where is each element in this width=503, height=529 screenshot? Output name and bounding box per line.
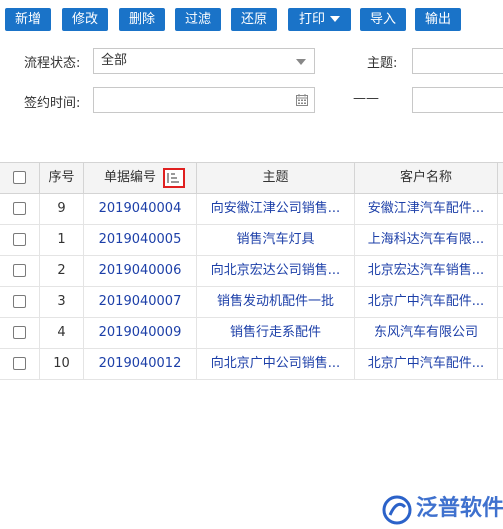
table-row[interactable]: 1 2019040005 销售汽车灯具 上海科达汽车有限...	[0, 225, 503, 256]
row-check-cell	[0, 287, 40, 317]
add-button[interactable]: 新增	[5, 8, 51, 31]
date-range-separator: ——	[353, 91, 379, 106]
row-topic-link[interactable]: 销售行走系配件	[197, 318, 355, 348]
date-label: 签约时间:	[24, 96, 81, 111]
row-customer-link[interactable]: 北京宏达汽车销售...	[355, 256, 498, 286]
select-all-cell	[0, 163, 40, 193]
header-seq[interactable]: 序号	[40, 163, 84, 193]
header-extra	[498, 163, 503, 193]
row-customer-link[interactable]: 东风汽车有限公司	[355, 318, 498, 348]
filter-button[interactable]: 过滤	[175, 8, 221, 31]
row-number-link[interactable]: 2019040012	[84, 349, 197, 379]
row-check-cell	[0, 349, 40, 379]
row-extra	[498, 318, 503, 348]
table-row[interactable]: 4 2019040009 销售行走系配件 东风汽车有限公司	[0, 318, 503, 349]
row-customer-link[interactable]: 北京广中汽车配件...	[355, 287, 498, 317]
row-checkbox[interactable]	[13, 264, 26, 277]
topic-label: 主题:	[367, 56, 398, 71]
export-button[interactable]: 输出	[415, 8, 461, 31]
row-seq: 9	[40, 194, 84, 224]
status-label: 流程状态:	[24, 56, 81, 71]
row-check-cell	[0, 318, 40, 348]
restore-button[interactable]: 还原	[231, 8, 277, 31]
row-checkbox[interactable]	[13, 326, 26, 339]
watermark-logo: 泛普软件	[382, 489, 503, 529]
row-checkbox[interactable]	[13, 295, 26, 308]
row-number-link[interactable]: 2019040006	[84, 256, 197, 286]
header-topic[interactable]: 主题	[197, 163, 355, 193]
row-seq: 2	[40, 256, 84, 286]
delete-button[interactable]: 删除	[119, 8, 165, 31]
watermark-text: 泛普软件	[416, 496, 503, 521]
row-checkbox[interactable]	[13, 357, 26, 370]
print-button[interactable]: 打印	[288, 8, 351, 31]
status-select[interactable]: 全部	[93, 48, 315, 74]
row-extra	[498, 194, 503, 224]
row-customer-link[interactable]: 北京广中汽车配件...	[355, 349, 498, 379]
date-start-input[interactable]	[93, 87, 315, 113]
sort-lines-icon	[167, 173, 179, 183]
row-seq: 1	[40, 225, 84, 255]
header-number-label: 单据编号	[104, 170, 157, 185]
row-topic-link[interactable]: 向北京广中公司销售...	[197, 349, 355, 379]
row-customer-link[interactable]: 上海科达汽车有限...	[355, 225, 498, 255]
row-seq: 10	[40, 349, 84, 379]
row-number-link[interactable]: 2019040004	[84, 194, 197, 224]
table-row[interactable]: 9 2019040004 向安徽江津公司销售... 安徽江津汽车配件...	[0, 194, 503, 225]
row-number-link[interactable]: 2019040005	[84, 225, 197, 255]
row-number-link[interactable]: 2019040007	[84, 287, 197, 317]
row-checkbox[interactable]	[13, 233, 26, 246]
table-header: 序号 单据编号 主题 客户名称	[0, 163, 503, 194]
row-topic-link[interactable]: 销售发动机配件一批	[197, 287, 355, 317]
date-end-input[interactable]	[412, 87, 503, 113]
row-extra	[498, 349, 503, 379]
table-row[interactable]: 10 2019040012 向北京广中公司销售... 北京广中汽车配件...	[0, 349, 503, 380]
edit-button[interactable]: 修改	[62, 8, 108, 31]
row-topic-link[interactable]: 销售汽车灯具	[197, 225, 355, 255]
brand-logo-icon	[382, 495, 412, 525]
row-seq: 3	[40, 287, 84, 317]
chevron-down-icon	[330, 15, 340, 22]
topic-input[interactable]	[412, 48, 503, 74]
table-row[interactable]: 2 2019040006 向北京宏达公司销售... 北京宏达汽车销售...	[0, 256, 503, 287]
status-select-value: 全部	[101, 53, 128, 68]
data-grid: 序号 单据编号 主题 客户名称 9 2019040004 向安徽江津公司销售... 安…	[0, 162, 503, 525]
print-button-label: 打印	[298, 12, 325, 27]
row-customer-link[interactable]: 安徽江津汽车配件...	[355, 194, 498, 224]
filter-panel: 流程状态: 全部 主题: 签约时间: ——	[0, 38, 503, 150]
table-row[interactable]: 3 2019040007 销售发动机配件一批 北京广中汽车配件...	[0, 287, 503, 318]
row-check-cell	[0, 256, 40, 286]
row-extra	[498, 225, 503, 255]
row-extra	[498, 256, 503, 286]
sort-icon[interactable]	[163, 168, 185, 188]
calendar-icon[interactable]	[296, 94, 308, 106]
row-topic-link[interactable]: 向安徽江津公司销售...	[197, 194, 355, 224]
row-number-link[interactable]: 2019040009	[84, 318, 197, 348]
row-topic-link[interactable]: 向北京宏达公司销售...	[197, 256, 355, 286]
select-all-checkbox[interactable]	[13, 171, 26, 184]
row-check-cell	[0, 225, 40, 255]
chevron-down-icon	[296, 59, 306, 65]
row-extra	[498, 287, 503, 317]
header-customer[interactable]: 客户名称	[355, 163, 498, 193]
row-seq: 4	[40, 318, 84, 348]
row-check-cell	[0, 194, 40, 224]
row-checkbox[interactable]	[13, 202, 26, 215]
toolbar: 新增 修改 删除 过滤 还原 打印 导入 输出	[0, 0, 503, 38]
import-button[interactable]: 导入	[360, 8, 406, 31]
